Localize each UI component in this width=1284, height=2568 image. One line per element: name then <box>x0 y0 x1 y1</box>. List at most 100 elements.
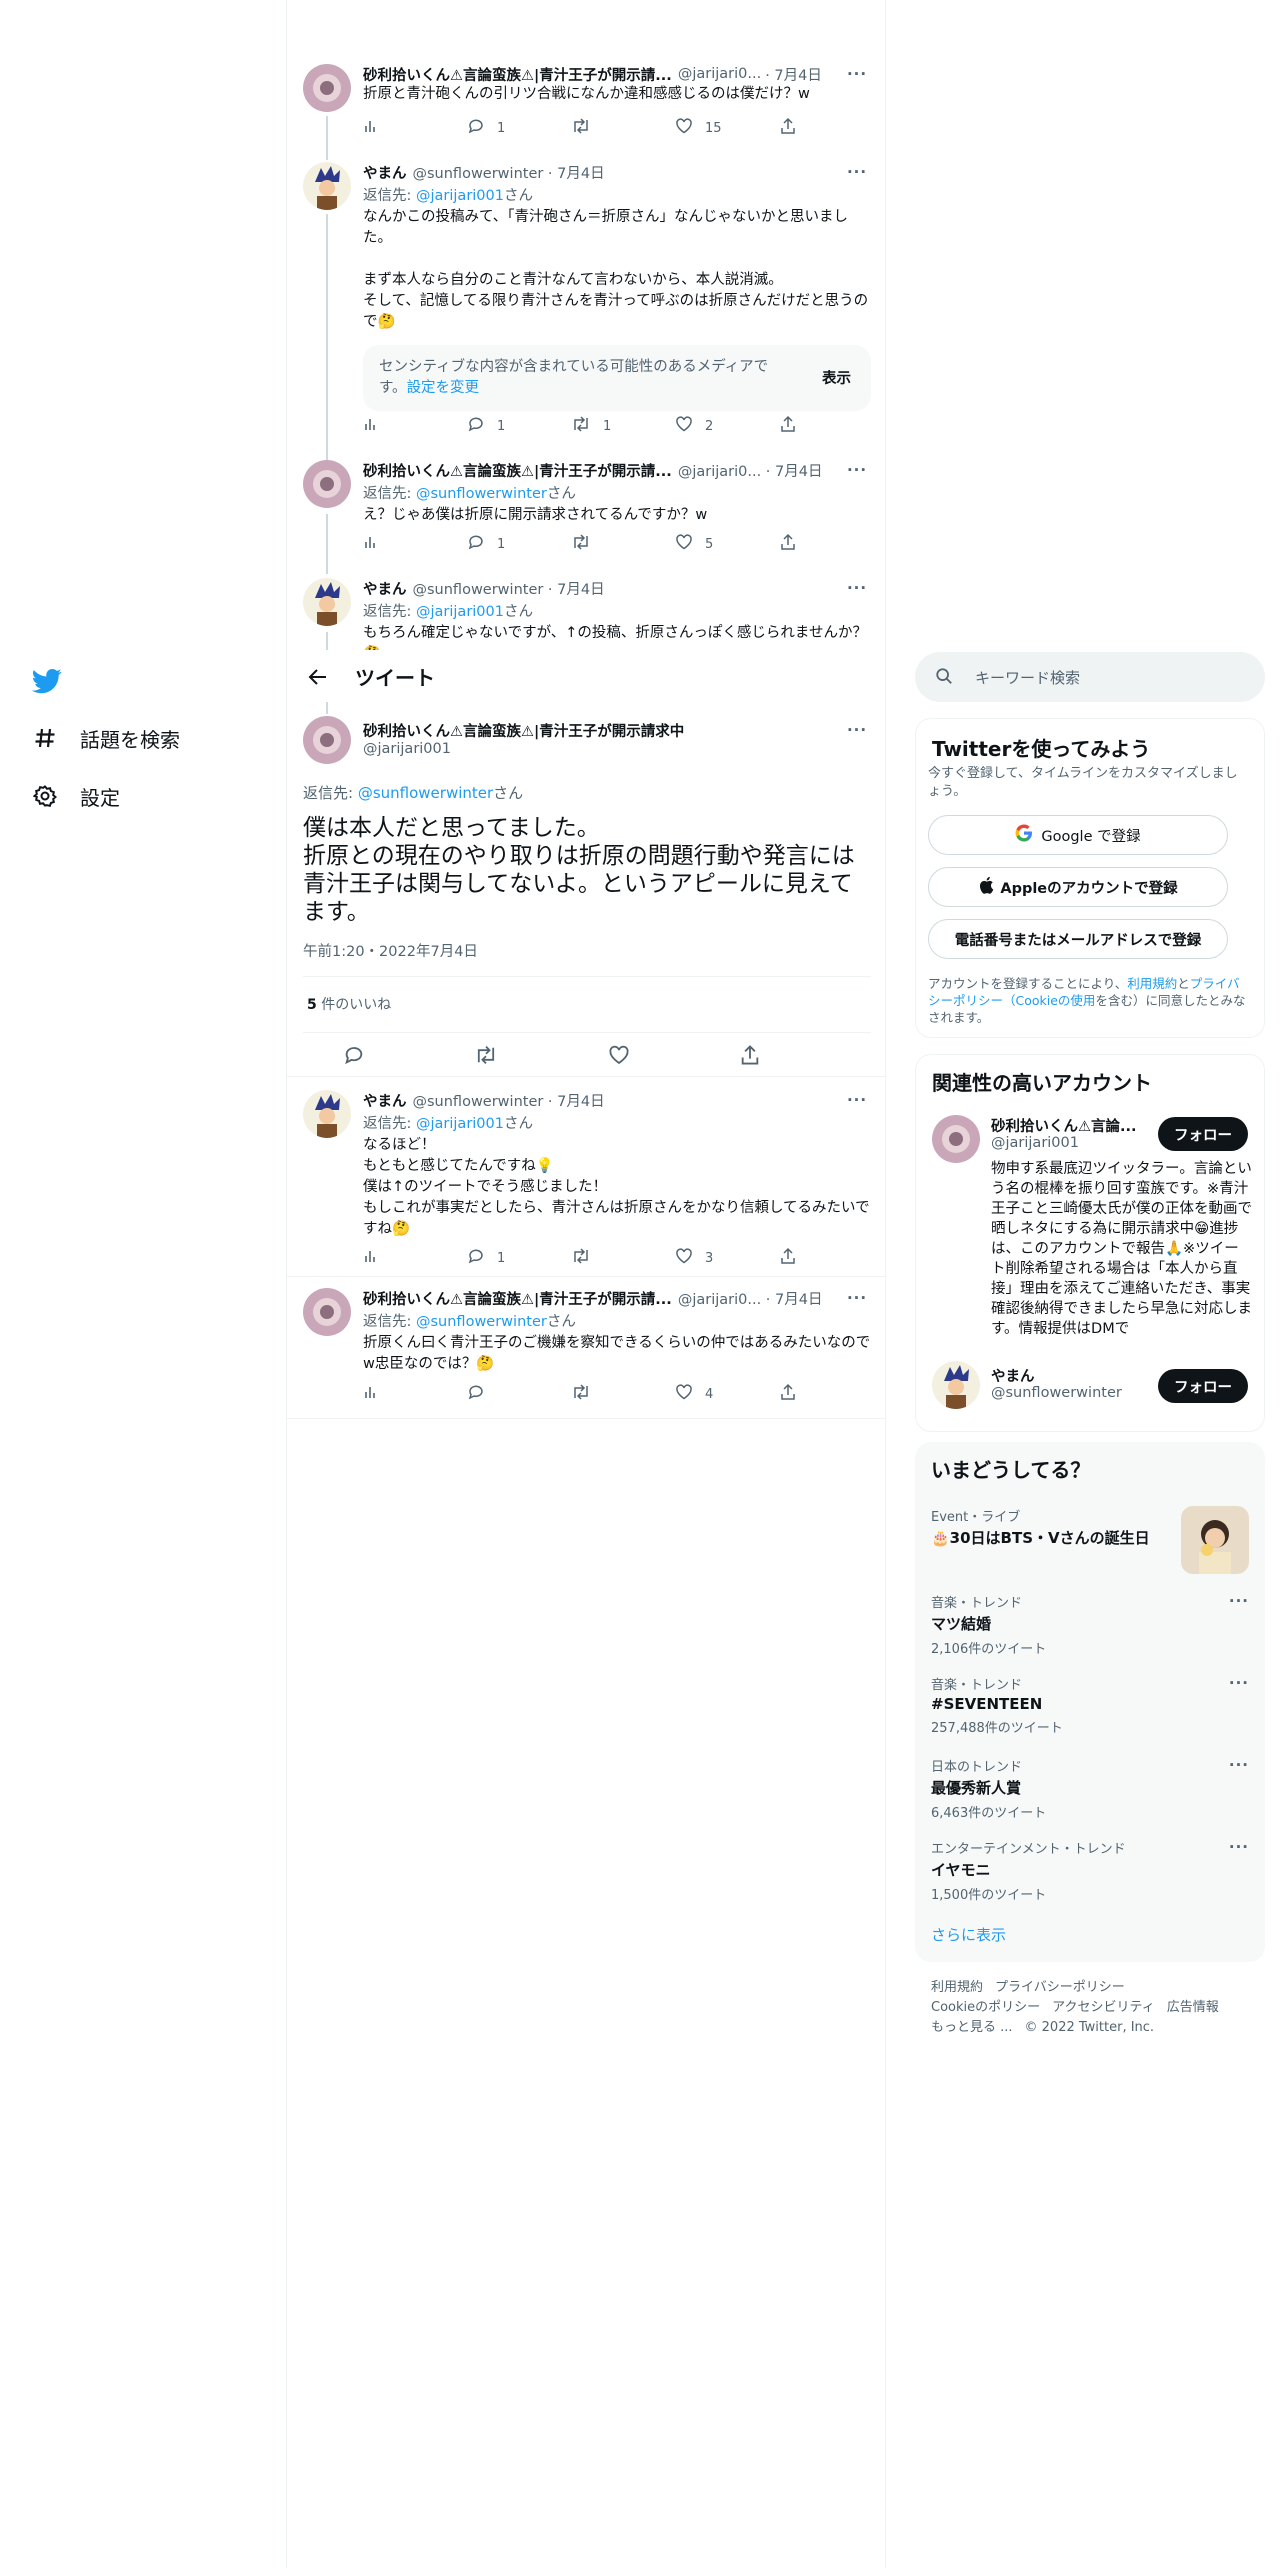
avatar[interactable] <box>303 64 351 112</box>
retweet-icon[interactable] <box>474 1044 498 1070</box>
reply-button[interactable]: 1 <box>467 117 527 139</box>
retweet-button[interactable] <box>571 1247 631 1269</box>
reply-to-link[interactable]: @sunflowerwinter <box>416 1314 547 1330</box>
author-handle[interactable]: @jarijari0... · 7月4日 <box>678 1288 823 1309</box>
avatar[interactable] <box>932 1361 980 1409</box>
share-button[interactable] <box>779 533 799 555</box>
account-handle[interactable]: @sunflowerwinter <box>991 1385 1122 1401</box>
views-button[interactable] <box>363 534 423 554</box>
more-options-icon[interactable]: ··· <box>1229 1592 1249 1610</box>
author-handle[interactable]: @jarijari001 <box>363 741 871 757</box>
trend-item[interactable]: 音楽・トレンド #SEVENTEEN 257,488件のツイート ··· <box>931 1674 1249 1736</box>
more-options-icon[interactable]: ··· <box>843 720 871 740</box>
avatar[interactable] <box>932 1115 980 1163</box>
more-options-icon[interactable]: ··· <box>1229 1756 1249 1774</box>
more-options-icon[interactable]: ··· <box>1229 1674 1249 1692</box>
trend-item[interactable]: 音楽・トレンド マツ結婚 2,106件のツイート ··· <box>931 1592 1249 1657</box>
footer-link[interactable]: もっと見る ... <box>931 2020 1013 2035</box>
more-options-icon[interactable]: ··· <box>1229 1838 1249 1856</box>
reply-button[interactable]: 1 <box>467 415 527 437</box>
author-name[interactable]: 砂利拾いくん⚠言論蛮族⚠|青汁王子が開示請求中 <box>363 720 684 741</box>
avatar[interactable] <box>303 578 351 626</box>
thread-tweet[interactable]: やまん @sunflowerwinter · 7月4日 ··· 返信先: @ja… <box>287 160 885 464</box>
retweet-button[interactable] <box>571 533 631 555</box>
footer-link[interactable]: 広告情報 <box>1167 2000 1219 2015</box>
heart-icon[interactable] <box>608 1044 630 1070</box>
account-name[interactable]: やまん <box>991 1365 1035 1386</box>
change-settings-link[interactable]: 設定を変更 <box>407 380 480 396</box>
reply-button[interactable] <box>467 1383 527 1405</box>
like-button[interactable]: 15 <box>675 117 735 139</box>
avatar[interactable] <box>303 162 351 210</box>
footer-link[interactable]: アクセシビリティ <box>1052 2000 1155 2015</box>
views-button[interactable] <box>363 1384 423 1404</box>
avatar[interactable] <box>303 1288 351 1336</box>
share-icon[interactable] <box>739 1044 761 1070</box>
retweet-button[interactable] <box>571 1383 631 1405</box>
follow-button[interactable]: フォロー <box>1158 1117 1248 1151</box>
show-media-button[interactable]: 表示 <box>822 367 851 388</box>
nav-settings[interactable]: 設定 <box>32 776 120 816</box>
avatar[interactable] <box>303 716 351 764</box>
back-arrow-icon[interactable] <box>301 660 335 694</box>
more-options-icon[interactable]: ··· <box>843 64 871 84</box>
share-button[interactable] <box>779 117 799 139</box>
thread-tweet[interactable]: 砂利拾いくん⚠言論蛮族⚠|青汁王子が開示請... @jarijari0... ·… <box>287 460 885 574</box>
reply-to-link[interactable]: @sunflowerwinter <box>358 784 493 802</box>
author-name[interactable]: やまん <box>363 1090 407 1111</box>
reply-tweet[interactable]: 砂利拾いくん⚠言論蛮族⚠|青汁王子が開示請... @jarijari0... ·… <box>287 1288 885 1418</box>
author-handle[interactable]: @sunflowerwinter · 7月4日 <box>413 162 605 183</box>
nav-explore[interactable]: 話題を検索 <box>32 718 180 758</box>
author-handle[interactable]: @jarijari0... <box>678 66 761 82</box>
tweet-timestamp[interactable]: 午前1:20・2022年7月4日 <box>303 940 478 961</box>
tweet-date[interactable]: · 7月4日 <box>765 64 822 85</box>
views-button[interactable] <box>363 118 423 138</box>
apple-signup-button[interactable]: Appleのアカウントで登録 <box>928 867 1228 907</box>
footer-link[interactable]: プライバシーポリシー <box>995 1980 1125 1995</box>
author-name[interactable]: やまん <box>363 578 407 599</box>
views-button[interactable] <box>363 1248 423 1268</box>
like-button[interactable]: 5 <box>675 533 735 555</box>
retweet-button[interactable] <box>571 117 631 139</box>
account-name[interactable]: 砂利拾いくん⚠言論... <box>991 1115 1137 1136</box>
twitter-logo-icon[interactable] <box>31 666 66 700</box>
reply-to-link[interactable]: @jarijari001 <box>416 604 504 620</box>
reply-to-link[interactable]: @sunflowerwinter <box>416 486 547 502</box>
retweet-button[interactable]: 1 <box>571 415 631 437</box>
reply-to-link[interactable]: @jarijari001 <box>416 188 504 204</box>
author-handle[interactable]: @jarijari0... · 7月4日 <box>678 460 823 481</box>
avatar[interactable] <box>303 460 351 508</box>
more-options-icon[interactable]: ··· <box>843 1288 871 1308</box>
share-button[interactable] <box>779 1383 799 1405</box>
thread-tweet[interactable]: 砂利拾いくん⚠言論蛮族⚠|青汁王子が開示請... @jarijari0... ·… <box>287 62 885 160</box>
author-name[interactable]: 砂利拾いくん⚠言論蛮族⚠|青汁王子が開示請... <box>363 1288 672 1309</box>
follow-button[interactable]: フォロー <box>1158 1369 1248 1403</box>
phone-email-signup-button[interactable]: 電話番号またはメールアドレスで登録 <box>928 919 1228 959</box>
search-box[interactable]: キーワード検索 <box>915 652 1265 702</box>
show-more-link[interactable]: さらに表示 <box>931 1924 1006 1945</box>
reply-icon[interactable] <box>343 1044 365 1070</box>
avatar[interactable] <box>303 1090 351 1138</box>
like-button[interactable]: 2 <box>675 415 735 437</box>
views-button[interactable] <box>363 416 423 436</box>
more-options-icon[interactable]: ··· <box>843 460 871 480</box>
author-name[interactable]: 砂利拾いくん⚠言論蛮族⚠|青汁王子が開示請... <box>363 64 672 85</box>
terms-link[interactable]: 利用規約 <box>1127 976 1177 991</box>
more-options-icon[interactable]: ··· <box>843 1090 871 1110</box>
trend-item[interactable]: エンターテインメント・トレンド イヤモニ 1,500件のツイート ··· <box>931 1838 1249 1903</box>
more-options-icon[interactable]: ··· <box>843 162 871 182</box>
reply-to-link[interactable]: @jarijari001 <box>416 1116 504 1132</box>
share-button[interactable] <box>779 415 799 437</box>
trend-item[interactable]: 日本のトレンド 最優秀新人賞 6,463件のツイート ··· <box>931 1756 1249 1821</box>
likes-summary[interactable]: 5 件のいいね <box>307 994 391 1014</box>
account-handle[interactable]: @jarijari001 <box>991 1135 1079 1151</box>
author-name[interactable]: やまん <box>363 162 407 183</box>
like-button[interactable]: 3 <box>675 1247 735 1269</box>
author-handle[interactable]: @sunflowerwinter · 7月4日 <box>413 1090 605 1111</box>
author-handle[interactable]: @sunflowerwinter · 7月4日 <box>413 578 605 599</box>
trend-item[interactable]: Event・ライブ 🎂30日はBTS・Vさんの誕生日 <box>931 1506 1249 1574</box>
share-button[interactable] <box>779 1247 799 1269</box>
reply-button[interactable]: 1 <box>467 533 527 555</box>
reply-button[interactable]: 1 <box>467 1247 527 1269</box>
like-button[interactable]: 4 <box>675 1383 735 1405</box>
